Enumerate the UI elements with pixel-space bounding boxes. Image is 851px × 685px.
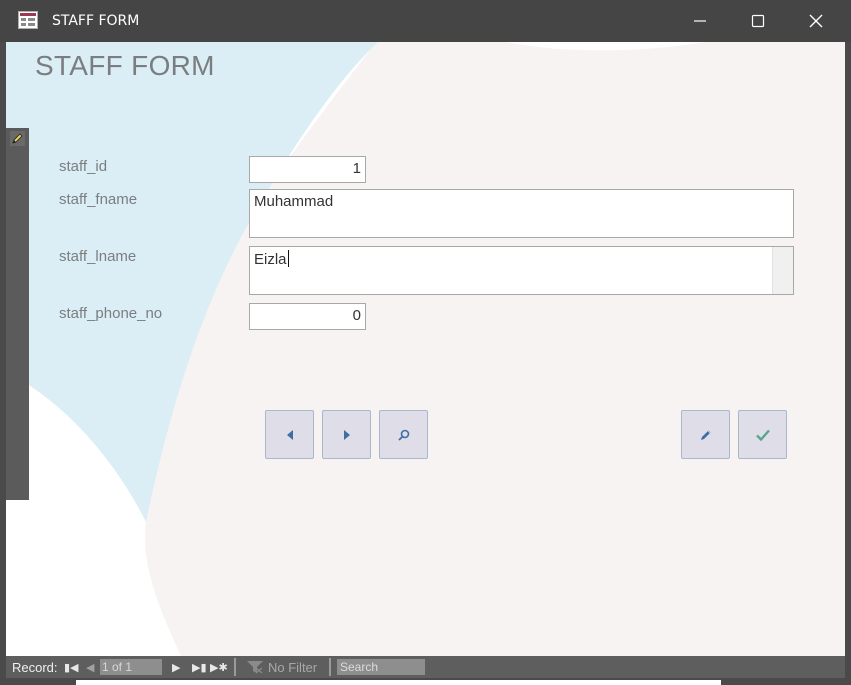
- next-record-button[interactable]: [322, 410, 371, 459]
- form-heading: STAFF FORM: [35, 50, 215, 81]
- last-record-icon[interactable]: ▶▮: [192, 656, 207, 678]
- staff-lname-label: staff_lname: [59, 248, 137, 265]
- window-title: STAFF FORM: [52, 13, 140, 29]
- text-caret: [287, 250, 289, 267]
- staff-id-label: staff_id: [59, 158, 108, 175]
- record-position-field[interactable]: 1 of 1: [100, 659, 162, 675]
- search-box[interactable]: Search: [337, 659, 425, 675]
- prev-record-icon[interactable]: ◀: [86, 656, 94, 678]
- record-selector[interactable]: [6, 128, 29, 500]
- pencil-icon: [700, 430, 710, 440]
- staff-lname-value: Eizla: [254, 251, 287, 268]
- close-button[interactable]: [787, 0, 845, 42]
- background-shapes: [6, 42, 845, 656]
- staff-fname-input[interactable]: Muhammad: [249, 189, 794, 238]
- minimize-button[interactable]: [671, 0, 729, 42]
- record-navigation-bar: Record: ▮◀ ◀ 1 of 1 ▶ ▶▮ ▶✱ No Filter Se…: [6, 656, 845, 678]
- textbox-scrollbar[interactable]: [772, 247, 793, 294]
- pencil-icon: [10, 131, 25, 146]
- new-record-icon[interactable]: ▶✱: [210, 656, 228, 678]
- search-icon: [397, 429, 409, 441]
- checkmark-icon: [755, 429, 770, 441]
- next-record-nav-icon[interactable]: ▶: [172, 656, 180, 678]
- access-form-icon: [18, 11, 38, 29]
- filter-indicator[interactable]: No Filter: [246, 656, 317, 678]
- maximize-icon: [751, 14, 765, 28]
- save-record-button[interactable]: [738, 410, 787, 459]
- previous-record-button[interactable]: [265, 410, 314, 459]
- maximize-button[interactable]: [729, 0, 787, 42]
- access-window: STAFF FORM STAFF FORM staff_id 1 staff_f…: [0, 0, 851, 685]
- find-record-button[interactable]: [379, 410, 428, 459]
- statusbar-divider: [329, 658, 331, 676]
- filter-label: No Filter: [268, 659, 318, 675]
- staff-phone-input[interactable]: 0: [249, 303, 366, 330]
- record-label: Record:: [12, 659, 58, 675]
- first-record-icon[interactable]: ▮◀: [64, 656, 79, 678]
- title-bar: STAFF FORM: [0, 0, 851, 42]
- edit-record-button[interactable]: [681, 410, 730, 459]
- staff-fname-label: staff_fname: [59, 191, 138, 208]
- close-icon: [809, 14, 823, 28]
- staff-lname-input[interactable]: Eizla: [249, 246, 794, 295]
- window-bottom-edge: [76, 680, 721, 685]
- minimize-icon: [694, 20, 706, 22]
- form-area: STAFF FORM staff_id 1 staff_fname Muhamm…: [6, 42, 845, 656]
- previous-record-icon: [286, 429, 293, 440]
- staff-phone-label: staff_phone_no: [59, 305, 163, 322]
- next-record-icon: [343, 429, 350, 440]
- statusbar-divider: [234, 658, 236, 676]
- staff-id-input[interactable]: 1: [249, 156, 366, 183]
- filter-icon: [247, 661, 263, 674]
